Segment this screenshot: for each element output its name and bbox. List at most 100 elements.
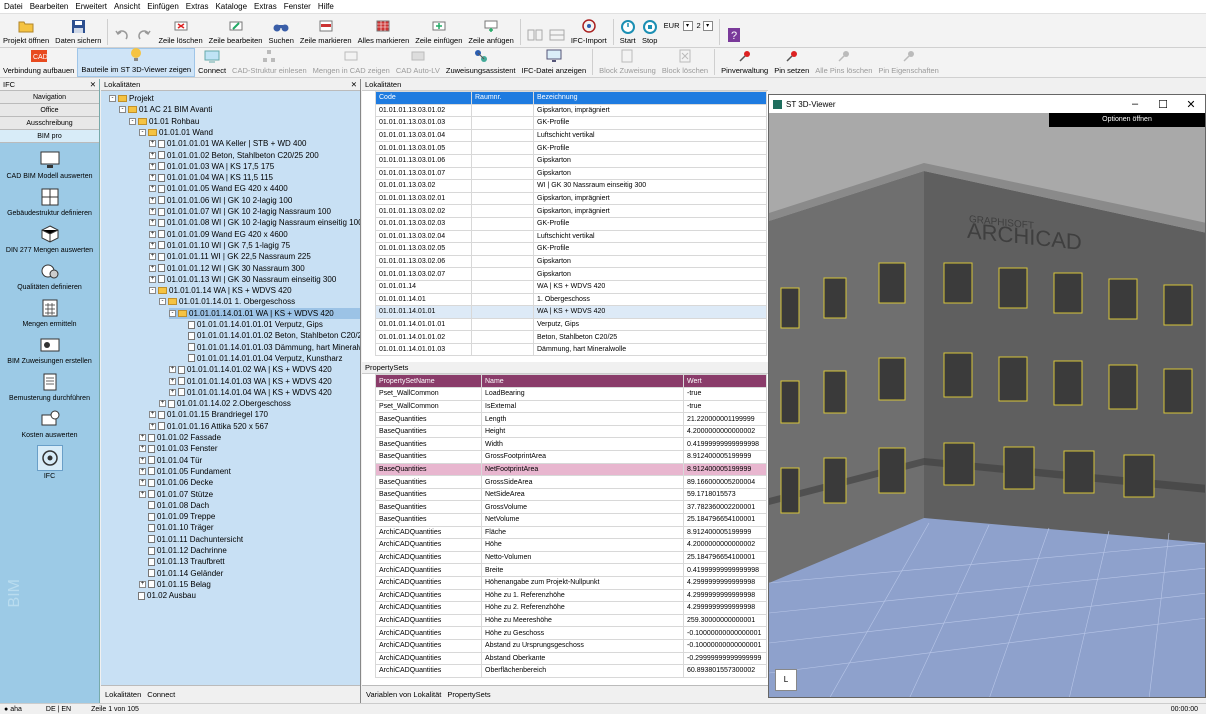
menu-bearbeiten[interactable]: Bearbeiten — [30, 2, 69, 11]
tree-node[interactable]: 01.01.14 Geländer — [139, 568, 223, 579]
expand-icon[interactable]: + — [139, 479, 146, 487]
expand-icon[interactable]: + — [149, 275, 156, 283]
expand-icon[interactable]: + — [149, 411, 156, 419]
table-row[interactable]: ArchiCADQuantities Höhe zu 1. Referenzhöh… — [375, 588, 767, 603]
table-row[interactable]: BaseQuantities NetSideArea 59.1718015573 — [375, 487, 767, 502]
table-row[interactable]: ArchiCADQuantities Netto-Volumen 25.184796… — [375, 550, 767, 565]
tree-node[interactable]: +01.01.01.12 WI | GK 30 Nassraum 300 — [149, 263, 305, 274]
expand-icon[interactable]: + — [149, 174, 156, 182]
table-row[interactable]: ArchiCADQuantities Höhe zu Meereshöhe 259.… — [375, 613, 767, 628]
tree-node[interactable]: 01.01.01.14.01.01.01 Verputz, Gips — [179, 319, 323, 330]
tree-node[interactable]: +01.01.01.02 Beton, Stahlbeton C20/25 20… — [149, 150, 319, 161]
expand-icon[interactable]: + — [169, 388, 176, 396]
menu-fenster[interactable]: Fenster — [284, 2, 311, 11]
table-row[interactable]: BaseQuantities GrossFootprintArea 8.912400… — [375, 450, 767, 464]
menu-erweitert[interactable]: Erweitert — [75, 2, 107, 11]
table-row[interactable]: 01.01.01.14.01 1. Obergeschoss — [375, 292, 767, 307]
table-row[interactable]: ArchiCADQuantities Höhe zu 2. Referenzhöh… — [375, 601, 767, 615]
expand-icon[interactable]: + — [149, 253, 156, 261]
collapse-icon[interactable]: - — [159, 298, 166, 306]
expand-icon[interactable]: + — [149, 230, 156, 238]
tree-node[interactable]: - 01 AC 21 BIM Avanti — [119, 104, 212, 115]
tree-node[interactable]: 01.01.10 Träger — [139, 522, 213, 533]
zeile-bearbeiten-button[interactable]: Zeile bearbeiten — [206, 14, 266, 47]
sidebar-item-gebaeudestruktur[interactable]: Gebäudestruktur definieren — [0, 186, 99, 217]
column-header-wert[interactable]: Wert — [683, 374, 767, 389]
expand-icon[interactable]: + — [139, 434, 146, 441]
table-row[interactable]: Pset_WallCommon IsExternal -true — [375, 399, 767, 414]
table-row[interactable]: 01.01.01.13.03.01.03 GK-Profile — [375, 116, 767, 130]
table-row[interactable]: 01.01.01.13.03.02.04 Luftschicht vertikal — [375, 229, 767, 244]
expand-icon[interactable]: + — [139, 580, 146, 588]
expand-icon[interactable]: + — [159, 400, 166, 408]
tree-node[interactable]: +01.01.01.13 WI | GK 30 Nassraum einseit… — [149, 274, 336, 285]
tab-navigation[interactable]: Navigation — [0, 91, 99, 104]
close-icon[interactable]: ✕ — [1177, 98, 1205, 111]
expand-icon[interactable]: + — [149, 241, 156, 249]
column-header-name[interactable]: Name — [481, 374, 684, 389]
menu-hilfe[interactable]: Hilfe — [318, 2, 334, 11]
table-row[interactable]: 01.01.01.13.03.02.07 Gipskarton — [375, 267, 767, 281]
bauteile-3d-viewer-button[interactable]: Bauteile im ST 3D-Viewer zeigen — [77, 48, 196, 77]
table-row[interactable]: 01.01.01.14.01.01.02 Beton, Stahlbeton C2… — [375, 330, 767, 344]
table-row[interactable]: 01.01.01.13.03.02 WI | GK 30 Nassraum ein… — [375, 179, 767, 193]
currency-dropdown[interactable]: ▾ — [682, 20, 693, 31]
table-row[interactable]: 01.01.01.13.03.02.03 GK-Profile — [375, 216, 767, 231]
sidebar-item-din277[interactable]: DIN 277 Mengen auswerten — [0, 223, 99, 254]
tree-node[interactable]: +01.01.01.14.01.03 WA | KS + WDVS 420 — [169, 376, 332, 387]
tree-node[interactable]: 01.01.11 Dachuntersicht — [139, 534, 243, 545]
table-row[interactable]: 01.01.01.13.03.01.04 Luftschicht vertikal — [375, 128, 767, 143]
sidebar-item-cad-bim[interactable]: CAD BIM Modell auswerten — [0, 149, 99, 180]
expand-icon[interactable]: + — [149, 196, 156, 204]
table-row[interactable]: BaseQuantities GrossVolume 37.782360002200… — [375, 500, 767, 514]
table-row[interactable]: BaseQuantities NetFootprintArea 8.91240000… — [375, 462, 767, 477]
table-row[interactable]: BaseQuantities Width 0.41999999999999998 — [375, 437, 767, 452]
expand-icon[interactable]: + — [149, 208, 156, 215]
close-icon[interactable]: ✕ — [90, 80, 96, 89]
tree-node[interactable]: 01.01.01.14.01.01.04 Verputz, Kunstharz — [179, 353, 342, 364]
sidebar-item-kosten[interactable]: Kosten auswerten — [0, 408, 99, 439]
sidebar-item-mengen[interactable]: Mengen ermitteln — [0, 297, 99, 328]
expand-icon[interactable]: + — [139, 467, 146, 475]
tree-node[interactable]: +01.01.01.11 WI | GK 22,5 Nassraum 225 — [149, 251, 311, 262]
expand-icon[interactable]: + — [149, 185, 156, 193]
table-row[interactable]: 01.01.01.13.03.02.02 Gipskarton, imprägni… — [375, 204, 767, 218]
collapse-icon[interactable]: - — [139, 128, 146, 136]
tree-node[interactable]: +01.01.01.10 WI | GK 7,5 1-lagig 75 — [149, 240, 290, 251]
expand-icon[interactable]: + — [149, 264, 156, 272]
expand-icon[interactable]: + — [169, 366, 176, 374]
expand-icon[interactable]: + — [139, 490, 146, 498]
tree-node[interactable]: - 01.01.01.14 WA | KS + WDVS 420 — [149, 285, 292, 296]
pin-setzen-button[interactable]: Pin setzen — [771, 48, 812, 77]
decimals-dropdown[interactable]: ▾ — [702, 20, 713, 31]
tree-node[interactable]: +01.01.01.14.02 2.Obergeschoss — [159, 398, 291, 409]
undo-button[interactable] — [111, 14, 133, 47]
tree-node[interactable]: +01.01.01.15 Brandriegel 170 — [149, 409, 268, 420]
tree-node[interactable]: - 01.01.01 Wand — [139, 127, 213, 138]
collapse-icon[interactable]: - — [109, 95, 116, 102]
column-header-propertysetname[interactable]: PropertySetName — [375, 374, 482, 389]
status-lang[interactable]: DE | EN — [46, 706, 71, 713]
tree-node[interactable]: +01.01.01.08 WI | GK 10 2-lagig Nassraum… — [149, 217, 360, 228]
table-row[interactable]: ArchiCADQuantities Höhe 4.2000000000000002 — [375, 538, 767, 552]
menu-einfuegen[interactable]: Einfügen — [147, 2, 179, 11]
expand-icon[interactable]: + — [149, 162, 156, 170]
cad-struktur-button[interactable]: CAD-Struktur einlesen — [229, 48, 310, 77]
table-row[interactable]: ArchiCADQuantities Höhe zu Geschoss -0.100… — [375, 626, 767, 640]
tree-node[interactable]: +01.01.01.16 Attika 520 x 567 — [149, 421, 268, 432]
collapse-icon[interactable]: - — [129, 117, 136, 125]
tree-node[interactable]: +01.01.05 Fundament — [139, 466, 231, 477]
table-row[interactable]: 01.01.01.13.03.01.06 Gipskarton — [375, 153, 767, 168]
expand-icon[interactable]: + — [149, 140, 156, 148]
table-row[interactable]: ArchiCADQuantities Abstand Oberkante -0.29… — [375, 651, 767, 666]
column-header-raumnr[interactable]: Raumnr. — [471, 91, 534, 105]
table-row[interactable]: 01.01.01.13.03.01.02 Gipskarton, imprägni… — [375, 103, 767, 118]
table-row[interactable]: 01.01.01.14.01.01.01 Verputz, Gips — [375, 317, 767, 332]
tab-connect[interactable]: Connect — [147, 690, 175, 699]
daten-sichern-button[interactable]: Daten sichern — [52, 14, 104, 47]
table-row[interactable]: ArchiCADQuantities Fläche 8.91240000519999… — [375, 525, 767, 540]
minimize-icon[interactable]: – — [1121, 98, 1149, 111]
help-button[interactable]: ? — [723, 14, 745, 47]
tree-node[interactable]: +01.01.03 Fenster — [139, 443, 217, 454]
collapse-icon[interactable]: - — [119, 106, 126, 114]
